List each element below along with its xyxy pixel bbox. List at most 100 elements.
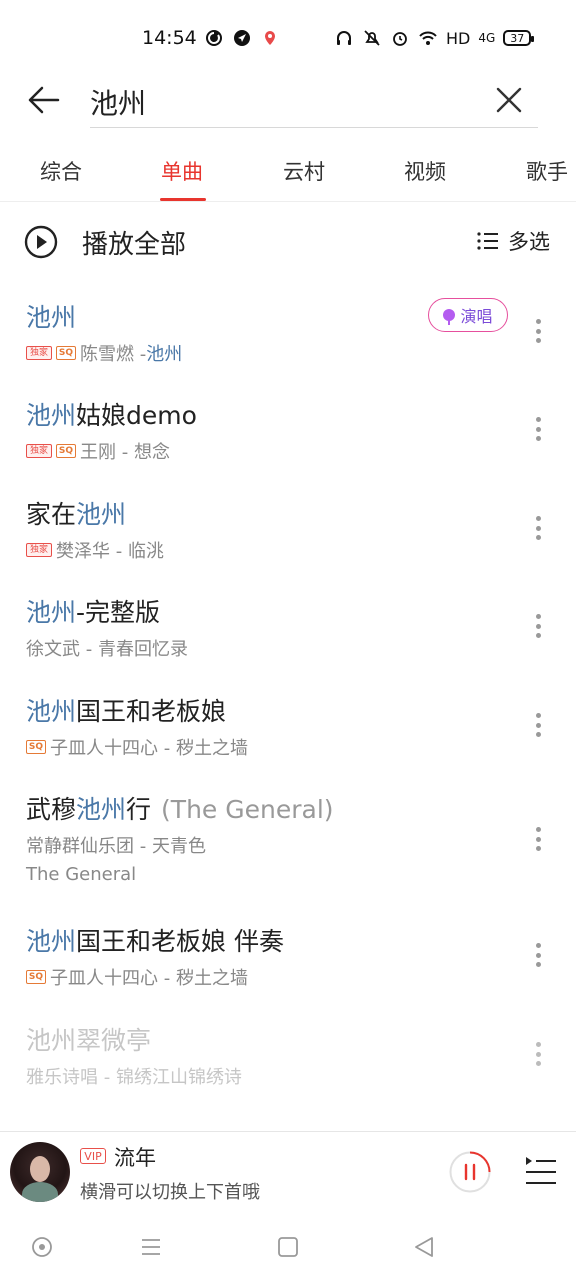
more-options-button[interactable]: [530, 1039, 546, 1069]
microphone-icon: [443, 309, 456, 325]
song-meta: 徐文武 - 青春回忆录: [26, 635, 188, 661]
song-title: 池州-完整版: [26, 598, 161, 627]
song-artist: 子皿人十四心 - 秽土之墙: [50, 738, 248, 759]
battery-indicator: 37: [503, 30, 535, 46]
exclusive-badge: 独家: [26, 543, 52, 557]
song-title: 池州国王和老板娘 伴奏: [26, 927, 284, 956]
list-icon: [477, 232, 498, 250]
tab-indicator: [160, 198, 206, 201]
more-options-button[interactable]: [530, 940, 546, 970]
song-artist: 子皿人十四心 - 秽土之墙: [50, 968, 248, 989]
sing-button[interactable]: 演唱: [428, 298, 508, 332]
song-meta: 独家 SQ 陈雪燃 - 池州: [26, 340, 182, 366]
target-icon: [32, 1237, 52, 1257]
song-title: 池州: [26, 303, 77, 332]
song-secondary-title: The General: [26, 864, 137, 885]
network-label: HD: [446, 28, 471, 48]
song-artist: 陈雪燃 -: [80, 344, 147, 365]
play-all-button[interactable]: 播放全部: [24, 222, 186, 262]
mute-icon: [362, 28, 382, 48]
close-icon: [496, 87, 522, 113]
tab-videos[interactable]: 视频: [404, 156, 446, 186]
cell-label: 4G: [478, 31, 496, 45]
multi-select-button[interactable]: 多选: [476, 226, 550, 256]
song-meta: SQ 子皿人十四心 - 秽土之墙: [26, 964, 248, 990]
clear-search-button[interactable]: [494, 85, 524, 115]
tab-artists[interactable]: 歌手: [526, 156, 568, 186]
direction-icon: [232, 28, 252, 48]
player-hint: 横滑可以切换上下首哦: [80, 1182, 260, 1203]
song-item[interactable]: 池州-完整版 徐文武 - 青春回忆录: [0, 593, 576, 665]
more-options-button[interactable]: [530, 611, 546, 641]
pause-icon: [449, 1151, 491, 1193]
tab-songs[interactable]: 单曲: [161, 156, 203, 186]
status-time: 14:54: [142, 27, 197, 49]
song-title: 池州翠微亭: [26, 1026, 152, 1055]
system-back-button[interactable]: [410, 1233, 438, 1261]
album-cover[interactable]: [10, 1142, 70, 1202]
song-artist: 雅乐诗唱 - 锦绣江山锦绣诗: [26, 1067, 242, 1088]
back-button[interactable]: [24, 80, 64, 120]
exclusive-badge: 独家: [26, 444, 52, 458]
home-button[interactable]: [274, 1233, 302, 1261]
sq-badge: SQ: [56, 444, 76, 458]
sq-badge: SQ: [56, 346, 76, 360]
song-artist: 王刚 - 想念: [80, 442, 170, 463]
tab-cloud-village[interactable]: 云村: [283, 156, 325, 186]
more-options-button[interactable]: [530, 316, 546, 346]
exclusive-badge: 独家: [26, 346, 52, 360]
multi-select-label: 多选: [508, 230, 550, 254]
song-meta: 独家 樊泽华 - 临洮: [26, 537, 164, 563]
alarm-icon: [390, 28, 410, 48]
song-item[interactable]: 池州 独家 SQ 陈雪燃 - 池州 演唱: [0, 298, 576, 370]
netease-icon: [204, 28, 224, 48]
song-item[interactable]: 家在池州 独家 樊泽华 - 临洮: [0, 495, 576, 567]
headphones-icon: [334, 28, 354, 48]
more-options-button[interactable]: [530, 513, 546, 543]
tab-comprehensive[interactable]: 综合: [40, 156, 82, 186]
status-bar: 14:54 HD 4G 37: [0, 0, 576, 76]
vip-badge: VIP: [80, 1148, 106, 1164]
pause-button[interactable]: [449, 1151, 491, 1193]
song-title: 家在池州: [26, 500, 127, 529]
song-item[interactable]: 池州翠微亭 雅乐诗唱 - 锦绣江山锦绣诗: [0, 1021, 576, 1093]
song-meta: 独家 SQ 王刚 - 想念: [26, 438, 170, 464]
system-nav-bar: [0, 1215, 576, 1280]
song-meta: 雅乐诗唱 - 锦绣江山锦绣诗: [26, 1063, 242, 1089]
song-album: 池州: [146, 344, 183, 365]
search-input[interactable]: [90, 80, 470, 124]
menu-button[interactable]: [137, 1233, 165, 1261]
more-options-button[interactable]: [530, 824, 546, 854]
song-item[interactable]: 池州国王和老板娘 伴奏 SQ 子皿人十四心 - 秽土之墙: [0, 922, 576, 994]
song-artist: 樊泽华 - 临洮: [56, 541, 164, 562]
song-meta: SQ 子皿人十四心 - 秽土之墙: [26, 734, 248, 760]
song-item[interactable]: 武穆池州行 (The General) 常静群仙乐团 - 天青色 The Gene…: [0, 790, 576, 894]
search-tabs: 综合 单曲 云村 视频 歌手: [0, 152, 576, 202]
play-all-label: 播放全部: [82, 229, 187, 260]
song-title: 池州国王和老板娘: [26, 697, 227, 726]
arrow-left-icon: [28, 86, 60, 114]
more-options-button[interactable]: [530, 414, 546, 444]
assistant-button[interactable]: [28, 1233, 56, 1261]
song-artist: 常静群仙乐团 - 天青色: [26, 836, 206, 857]
song-item[interactable]: 池州国王和老板娘 SQ 子皿人十四心 - 秽土之墙: [0, 692, 576, 764]
sq-badge: SQ: [26, 970, 46, 984]
more-options-button[interactable]: [530, 710, 546, 740]
song-artist: 徐文武 - 青春回忆录: [26, 639, 188, 660]
playlist-button[interactable]: [524, 1154, 558, 1188]
sq-badge: SQ: [26, 740, 46, 754]
song-title: 武穆池州行 (The General): [26, 795, 334, 824]
player-song-title: 流年: [114, 1146, 156, 1170]
wifi-icon: [418, 28, 438, 48]
song-meta: 常静群仙乐团 - 天青色: [26, 832, 206, 858]
location-icon: [260, 28, 280, 48]
song-item[interactable]: 池州姑娘demo 独家 SQ 王刚 - 想念: [0, 396, 576, 468]
song-title: 池州姑娘demo: [26, 401, 197, 430]
mini-player[interactable]: VIP 流年 横滑可以切换上下首哦: [0, 1131, 576, 1215]
play-circle-icon: [24, 225, 58, 259]
search-bar: [90, 76, 538, 128]
triangle-back-icon: [415, 1237, 433, 1257]
playlist-icon: [526, 1157, 556, 1184]
menu-icon: [142, 1239, 160, 1255]
square-icon: [278, 1237, 298, 1257]
